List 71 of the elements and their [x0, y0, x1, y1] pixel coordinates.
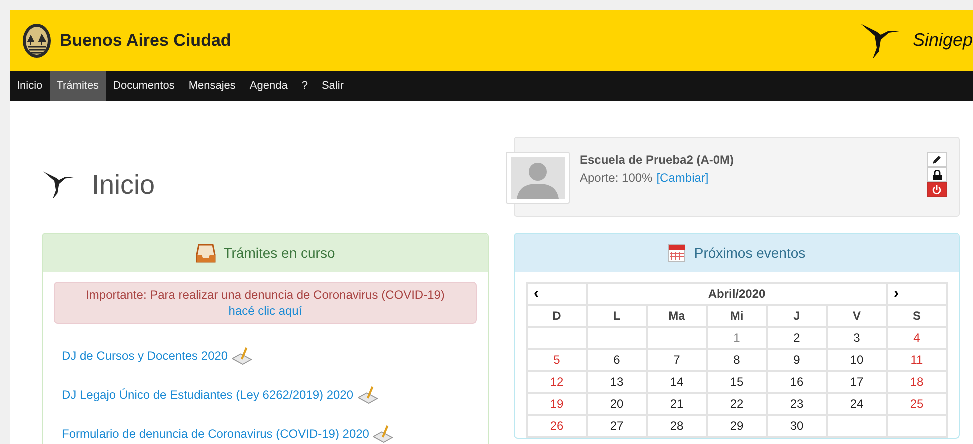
calendar-day[interactable]: 28	[670, 419, 684, 433]
lock-button[interactable]	[927, 167, 947, 182]
edit-button[interactable]	[927, 152, 947, 167]
calendar-day[interactable]: 6	[614, 353, 620, 367]
calendar-day[interactable]: 20	[610, 397, 624, 411]
calendar-day[interactable]: 3	[854, 331, 860, 345]
hummingbird-icon	[42, 169, 78, 201]
app-name: Sinigep	[912, 29, 973, 52]
month-label: Abril/2020	[708, 287, 766, 301]
power-icon	[932, 184, 942, 194]
calendar-day[interactable]: 16	[790, 375, 804, 389]
calendar-day[interactable]: 4	[914, 331, 920, 345]
weekday-header: Ma	[668, 309, 686, 323]
tramite-link[interactable]: DJ Legajo Único de Estudiantes (Ley 6262/2019) 2020	[62, 386, 354, 404]
form-edit-icon	[373, 424, 394, 443]
calendar-day[interactable]: 17	[850, 375, 864, 389]
nav-tab[interactable]: Mensajes	[182, 71, 243, 101]
panel-title: Trámites en curso	[224, 244, 336, 262]
calendar-day[interactable]: 22	[730, 397, 744, 411]
school-name: Escuela de Prueba2 (A-0M)	[580, 152, 736, 169]
calendar-day[interactable]: 26	[550, 419, 564, 433]
pencil-icon	[932, 154, 942, 164]
weekday-header: V	[852, 309, 861, 323]
nav-tab[interactable]: Salir	[314, 71, 351, 101]
calendar-day[interactable]: 13	[610, 375, 624, 389]
inbox-tray-icon	[196, 243, 216, 263]
aporte-text: Aporte: 100%	[580, 170, 653, 187]
form-edit-icon	[232, 346, 252, 365]
calendar-day[interactable]: 7	[674, 353, 680, 367]
calendar-day[interactable]: 23	[790, 397, 804, 411]
lock-icon	[932, 170, 942, 180]
weekday-header: Mi	[730, 309, 744, 323]
tramite-link[interactable]: Formulario de denuncia de Coronavirus (COVID-19) 2020	[62, 424, 370, 443]
calendar-day[interactable]: 25	[910, 397, 924, 411]
calendar-day[interactable]: 11	[910, 353, 924, 367]
logout-button[interactable]	[927, 182, 947, 197]
calendar-day[interactable]: 8	[734, 353, 740, 367]
calendar-day[interactable]: 10	[850, 353, 864, 367]
calendar-day[interactable]: 29	[730, 419, 744, 433]
calendar-icon	[668, 243, 686, 263]
nav-tab[interactable]: Inicio	[10, 71, 50, 101]
previous-month-button[interactable]: ‹	[528, 286, 539, 301]
next-month-button[interactable]: ›	[888, 286, 899, 301]
page-title: Inicio	[92, 168, 156, 202]
calendar-day[interactable]: 12	[550, 375, 564, 389]
calendar-day[interactable]: 24	[850, 397, 864, 411]
tramite-link[interactable]: DJ de Cursos y Docentes 2020	[62, 346, 228, 365]
coat-of-arms-logo	[22, 22, 52, 58]
nav-tab[interactable]: ?	[294, 71, 315, 101]
calendar-day[interactable]: 9	[794, 353, 800, 367]
brand-name: Buenos Aires Ciudad	[60, 30, 232, 52]
calendar-day[interactable]: 19	[550, 397, 564, 411]
nav-tab[interactable]: Trámites	[50, 71, 106, 101]
weekday-header: S	[912, 309, 921, 323]
calendar-day[interactable]: 21	[670, 397, 684, 411]
weekday-header: J	[794, 309, 800, 323]
alert-text: Importante: Para realizar una denuncia de Coronavirus (COVID-19)	[85, 287, 446, 304]
calendar-day[interactable]: 15	[730, 375, 744, 389]
form-edit-icon	[358, 386, 378, 404]
nav-tab[interactable]: Agenda	[242, 71, 295, 101]
calendar-day[interactable]: 1	[734, 331, 740, 345]
calendar-day[interactable]: 27	[610, 419, 624, 433]
calendar-day[interactable]: 2	[794, 331, 800, 345]
calendar-day[interactable]: 5	[554, 353, 560, 367]
calendar-day[interactable]: 18	[910, 375, 924, 389]
panel-title: Próximos eventos	[694, 244, 806, 262]
weekday-header: L	[613, 309, 621, 323]
nav-tab[interactable]: Documentos	[106, 71, 182, 101]
weekday-header: D	[552, 309, 562, 323]
calendar-day[interactable]: 30	[790, 419, 804, 433]
calendar-day[interactable]: 14	[670, 375, 684, 389]
